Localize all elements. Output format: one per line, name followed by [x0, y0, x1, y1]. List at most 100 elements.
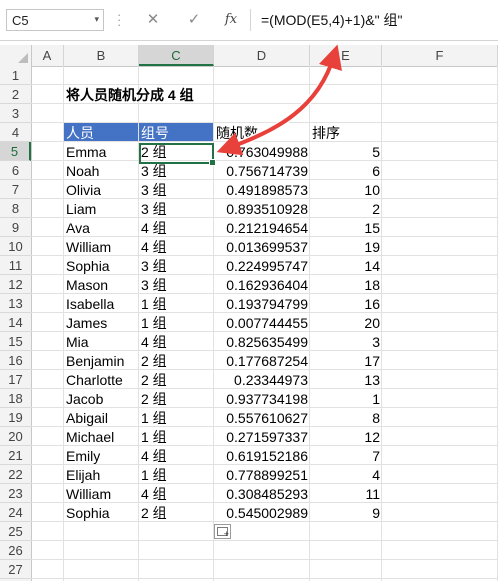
row-header-12[interactable]: 12 [0, 275, 31, 294]
column-header-a[interactable]: A [31, 45, 64, 66]
formula-bar-resize-handle[interactable]: · · · [117, 8, 121, 31]
cell-person[interactable]: Emily [64, 446, 139, 465]
sheet-title[interactable]: 将人员随机分成 4 组 [64, 85, 284, 104]
cell-random[interactable]: 0.619152186 [214, 446, 310, 465]
cell-rank[interactable]: 12 [310, 427, 382, 446]
column-header-b[interactable]: B [64, 45, 139, 66]
cell-rank[interactable]: 7 [310, 446, 382, 465]
cell-person[interactable]: Liam [64, 199, 139, 218]
row-header-18[interactable]: 18 [0, 389, 31, 408]
cell-group[interactable]: 4 组 [139, 484, 214, 503]
row-header-24[interactable]: 24 [0, 503, 31, 522]
cell-random[interactable]: 0.193794799 [214, 294, 310, 313]
cell-person[interactable]: Sophia [64, 503, 139, 522]
row-header-19[interactable]: 19 [0, 408, 31, 427]
cell-group[interactable]: 1 组 [139, 408, 214, 427]
cell-rank[interactable]: 1 [310, 389, 382, 408]
column-header-e[interactable]: E [310, 45, 382, 66]
row-header-9[interactable]: 9 [0, 218, 31, 237]
cell-random[interactable]: 0.756714739 [214, 161, 310, 180]
row-header-16[interactable]: 16 [0, 351, 31, 370]
cell-rank[interactable]: 18 [310, 275, 382, 294]
row-header-11[interactable]: 11 [0, 256, 31, 275]
cell-rank[interactable]: 8 [310, 408, 382, 427]
cell-rank[interactable]: 11 [310, 484, 382, 503]
row-header-13[interactable]: 13 [0, 294, 31, 313]
cell-group[interactable]: 4 组 [139, 237, 214, 256]
cell-group[interactable]: 1 组 [139, 313, 214, 332]
row-header-21[interactable]: 21 [0, 446, 31, 465]
cell-group[interactable]: 1 组 [139, 294, 214, 313]
cell-random[interactable]: 0.007744455 [214, 313, 310, 332]
cell-rank[interactable]: 14 [310, 256, 382, 275]
header-random[interactable]: 随机数 [214, 123, 309, 141]
cell-group[interactable]: 2 组 [139, 503, 214, 522]
row-header-10[interactable]: 10 [0, 237, 31, 256]
row-header-4[interactable]: 4 [0, 123, 31, 142]
cell-group[interactable]: 2 组 [139, 142, 214, 161]
formula-input[interactable]: =(MOD(E5,4)+1)&" 组" [250, 9, 498, 31]
cell-person[interactable]: Abigail [64, 408, 139, 427]
cell-group[interactable]: 2 组 [139, 351, 214, 370]
cell-person[interactable]: Mason [64, 275, 139, 294]
cell-rank[interactable]: 19 [310, 237, 382, 256]
row-header-26[interactable]: 26 [0, 541, 31, 560]
cell-person[interactable]: Benjamin [64, 351, 139, 370]
cell-random[interactable]: 0.271597337 [214, 427, 310, 446]
cell-rank[interactable]: 16 [310, 294, 382, 313]
cell-group[interactable]: 3 组 [139, 180, 214, 199]
cell-rank[interactable]: 4 [310, 465, 382, 484]
cell-random[interactable]: 0.23344973 [214, 370, 310, 389]
cell-group[interactable]: 4 组 [139, 446, 214, 465]
column-header-c[interactable]: C [139, 45, 214, 66]
header-rank[interactable]: 排序 [310, 123, 381, 141]
cell-random[interactable]: 0.937734198 [214, 389, 310, 408]
quick-analysis-icon[interactable]: + [214, 524, 231, 539]
cell-person[interactable]: Isabella [64, 294, 139, 313]
cell-person[interactable]: Sophia [64, 256, 139, 275]
row-header-20[interactable]: 20 [0, 427, 31, 446]
column-header-f[interactable]: F [382, 45, 498, 66]
cell-random[interactable]: 0.825635499 [214, 332, 310, 351]
row-header-3[interactable]: 3 [0, 104, 31, 123]
cell-rank[interactable]: 5 [310, 142, 382, 161]
header-person[interactable]: 人员 [64, 123, 138, 141]
row-header-17[interactable]: 17 [0, 370, 31, 389]
cell-rank[interactable]: 13 [310, 370, 382, 389]
cell-group[interactable]: 4 组 [139, 332, 214, 351]
cell-person[interactable]: William [64, 237, 139, 256]
cell-random[interactable]: 0.491898573 [214, 180, 310, 199]
row-header-5[interactable]: 5 [0, 142, 31, 161]
cell-rank[interactable]: 6 [310, 161, 382, 180]
name-box[interactable]: C5 ▾ [6, 9, 104, 31]
cell-random[interactable]: 0.212194654 [214, 218, 310, 237]
cell-random[interactable]: 0.162936404 [214, 275, 310, 294]
cell-person[interactable]: Michael [64, 427, 139, 446]
cell-random[interactable]: 0.013699537 [214, 237, 310, 256]
cell-random[interactable]: 0.557610627 [214, 408, 310, 427]
cell-person[interactable]: James [64, 313, 139, 332]
cell-person[interactable]: William [64, 484, 139, 503]
row-header-22[interactable]: 22 [0, 465, 31, 484]
row-header-25[interactable]: 25 [0, 522, 31, 541]
row-header-14[interactable]: 14 [0, 313, 31, 332]
row-header-6[interactable]: 6 [0, 161, 31, 180]
cell-person[interactable]: Emma [64, 142, 139, 161]
cell-rank[interactable]: 2 [310, 199, 382, 218]
cell-person[interactable]: Ava [64, 218, 139, 237]
row-header-2[interactable]: 2 [0, 85, 31, 104]
cell-group[interactable]: 2 组 [139, 370, 214, 389]
cell-random[interactable]: 0.224995747 [214, 256, 310, 275]
row-header-15[interactable]: 15 [0, 332, 31, 351]
header-group[interactable]: 组号 [139, 123, 213, 141]
cell-random[interactable]: 0.177687254 [214, 351, 310, 370]
cell-group[interactable]: 3 组 [139, 275, 214, 294]
cell-rank[interactable]: 20 [310, 313, 382, 332]
row-header-23[interactable]: 23 [0, 484, 31, 503]
row-header-7[interactable]: 7 [0, 180, 31, 199]
cell-person[interactable]: Charlotte [64, 370, 139, 389]
cell-rank[interactable]: 15 [310, 218, 382, 237]
cell-person[interactable]: Olivia [64, 180, 139, 199]
worksheet-grid[interactable]: ABCDEF 1 2 3 4 5 6 7 8 9 10 11 12 13 14 15 16 17 18 19 20 21… [0, 45, 498, 581]
cell-rank[interactable]: 3 [310, 332, 382, 351]
